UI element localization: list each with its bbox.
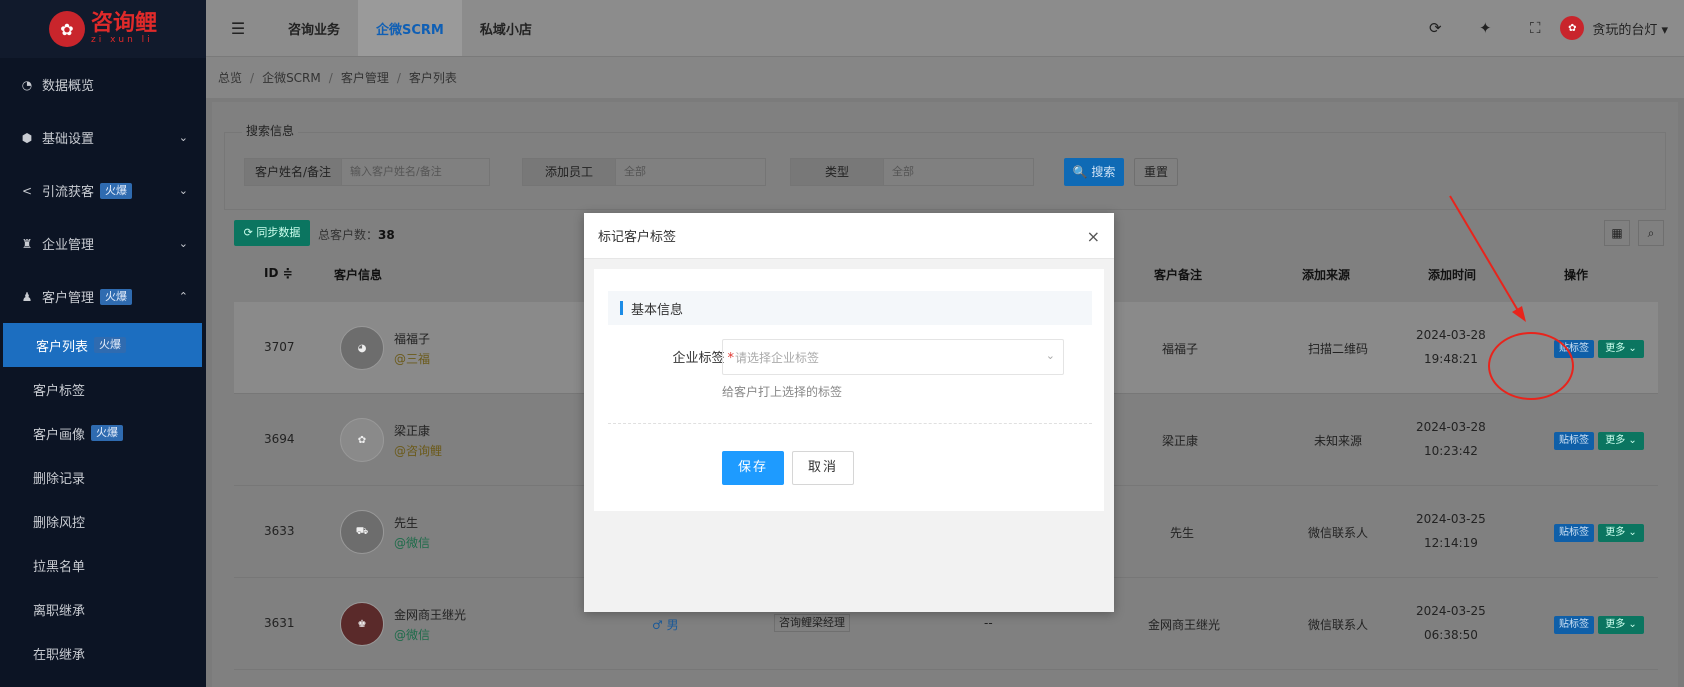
modal-body: 基本信息 企业标签 * 请选择企业标签 ⌄ 给客户打上选择的标签 保存 取消 — [594, 269, 1104, 511]
divider — [608, 423, 1092, 424]
tag-modal: 标记客户标签 × 基本信息 企业标签 * 请选择企业标签 ⌄ 给客户打上选择的标签… — [584, 213, 1114, 612]
form-hint: 给客户打上选择的标签 — [722, 385, 843, 399]
arrow-head — [1512, 306, 1526, 322]
app-root: ✿ 咨询鲤 zi xun li ◔ 数据概览 ⬢ 基础设置 ⌄ < 引流获客 火… — [0, 0, 1684, 687]
select-placeholder: 请选择企业标签 — [735, 350, 820, 365]
form-label: 企业标签 * — [634, 347, 734, 366]
form-label-text: 企业标签 — [672, 351, 725, 366]
close-icon[interactable]: × — [1087, 227, 1100, 246]
section-title: 基本信息 — [608, 291, 1092, 325]
annotation-circle — [1488, 332, 1574, 400]
save-button[interactable]: 保存 — [722, 451, 784, 485]
enterprise-tag-select[interactable]: 请选择企业标签 ⌄ — [722, 339, 1064, 375]
arrow-line — [1449, 195, 1521, 315]
modal-header: 标记客户标签 × — [584, 213, 1114, 259]
chevron-down-icon: ⌄ — [1045, 349, 1055, 362]
cancel-button[interactable]: 取消 — [792, 451, 854, 485]
modal-title: 标记客户标签 — [598, 230, 677, 245]
